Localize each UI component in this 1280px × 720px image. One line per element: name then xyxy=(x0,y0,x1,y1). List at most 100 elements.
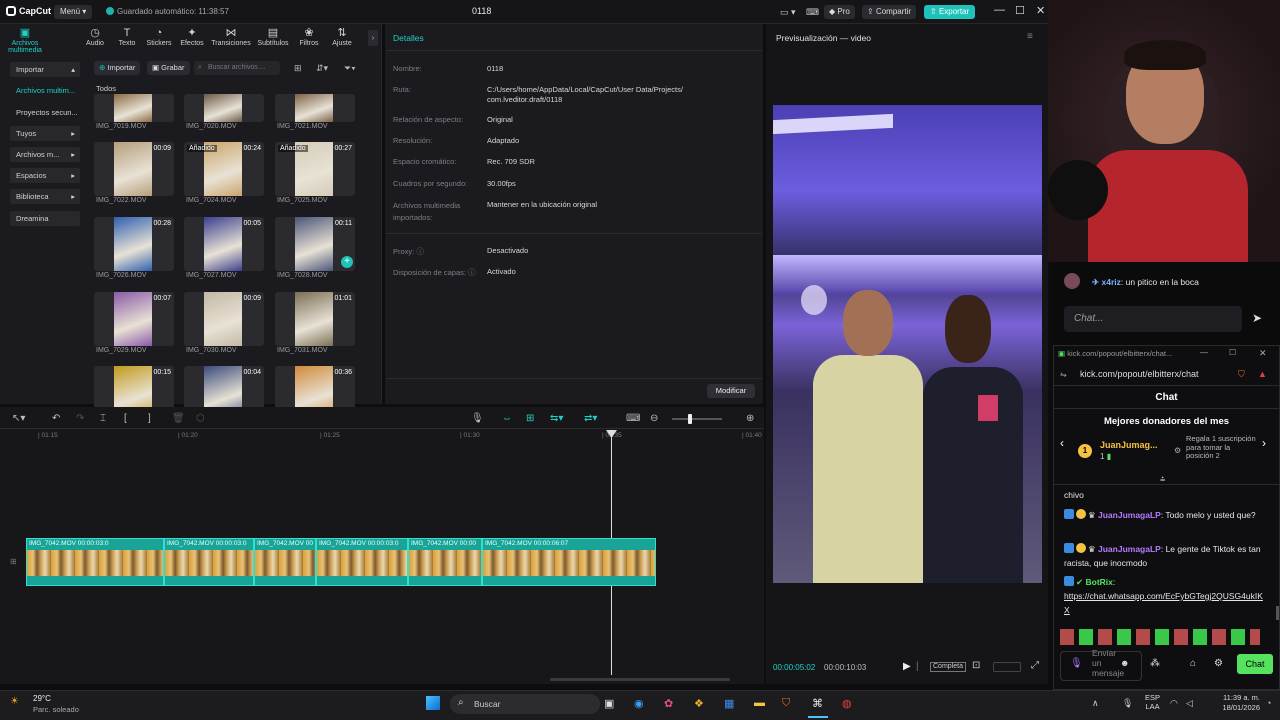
trim-right-icon[interactable]: ] xyxy=(148,413,151,424)
screenshot-icon[interactable]: ⊡ xyxy=(972,660,980,671)
media-thumbnail[interactable]: 00:27 Añadido xyxy=(275,142,355,196)
chat-link[interactable]: https://chat.whatsapp.com/EcFybGTegj2QUS… xyxy=(1064,591,1263,615)
sidebar-item-media[interactable]: Archivos multim... xyxy=(10,83,80,98)
points-icon[interactable]: ⁂ xyxy=(1150,658,1160,669)
view-grid-icon[interactable]: ⊞ xyxy=(294,63,302,74)
media-thumbnail[interactable]: 00:07 xyxy=(94,292,174,346)
record-button[interactable]: ▣ Grabar xyxy=(147,61,190,75)
media-thumbnail[interactable]: 01:01 xyxy=(275,292,355,346)
close-icon[interactable]: ✕ xyxy=(1036,4,1045,17)
media-thumbnail[interactable]: 00:09 xyxy=(94,142,174,196)
timeline-clip[interactable]: IMG_7042.MOV 00:00 xyxy=(408,538,482,586)
delete-icon[interactable]: 🗑 xyxy=(172,413,185,424)
task-view-icon[interactable]: ▣ xyxy=(604,697,614,710)
edge-icon[interactable]: ◉ xyxy=(634,697,644,710)
media-thumbnail[interactable]: 00:05 xyxy=(184,217,264,271)
export-button[interactable]: ⇧ Exportar xyxy=(924,5,976,19)
menu-icon[interactable]: ≡ xyxy=(1027,31,1033,42)
zoom-slider[interactable] xyxy=(672,418,722,420)
tool-adjust[interactable]: ⇅ Ajuste xyxy=(321,26,363,47)
chat-scrollbar[interactable] xyxy=(1276,606,1279,620)
popout-minimize-icon[interactable]: — xyxy=(1200,348,1208,357)
tool-media[interactable]: ▣ Archivos multimedia xyxy=(4,26,46,54)
mic-icon[interactable]: 🎙 xyxy=(1070,658,1083,669)
notification-icon[interactable]: ◔ xyxy=(1266,698,1271,708)
media-thumbnail[interactable] xyxy=(184,94,264,122)
shortcut-icon[interactable]: ⌨ xyxy=(806,5,819,19)
fullscreen-icon[interactable]: ⤢ xyxy=(1031,660,1039,671)
popout-close-icon[interactable]: ✕ xyxy=(1259,348,1267,359)
tray-mic-icon[interactable]: 🎙 xyxy=(1122,698,1133,709)
send-icon[interactable]: ➤ xyxy=(1252,311,1262,325)
pro-button[interactable]: ◆ Pro xyxy=(824,5,855,19)
taskbar-search[interactable] xyxy=(450,694,600,714)
tool-transitions[interactable]: ⋈ Transiciones xyxy=(210,26,252,47)
sidebar-item-import[interactable]: Importar ▴ xyxy=(10,62,80,77)
obs-icon[interactable]: ◍ xyxy=(842,697,852,710)
url-bar[interactable]: kick.com/popout/elbitterx/chat xyxy=(1080,369,1199,379)
maximize-icon[interactable]: ☐ xyxy=(1015,4,1025,17)
timeline-clip[interactable]: IMG_7042.MOV 00:00:03:0 xyxy=(164,538,254,586)
timeline-clip[interactable]: IMG_7042.MOV 00:00:03:0 xyxy=(26,538,164,586)
sidebar-item-dreamina[interactable]: Dreamina xyxy=(10,211,80,226)
full-quality-button[interactable]: Completa xyxy=(930,662,966,672)
tray-chevron-icon[interactable]: ∧ xyxy=(1092,698,1099,709)
brave-icon[interactable]: ⛉ xyxy=(1238,369,1245,380)
sidebar-item-files[interactable]: Archivos m... ▸ xyxy=(10,147,80,162)
zoom-out-icon[interactable]: ⊖ xyxy=(650,413,658,424)
timeline-clip[interactable]: IMG_7042.MOV 00:00:06:07 xyxy=(482,538,656,586)
chat-send-button[interactable]: Chat xyxy=(1237,654,1273,674)
alert-icon[interactable]: ▲ xyxy=(1258,369,1267,379)
snap-icon[interactable]: ⇆▾ xyxy=(550,413,563,424)
language-indicator[interactable]: ESP LAA xyxy=(1145,693,1160,711)
media-thumbnail[interactable] xyxy=(275,94,355,122)
marker-icon[interactable]: ⬡ xyxy=(196,413,205,424)
filter-icon[interactable]: ⏷▾ xyxy=(344,63,356,74)
capcut-app-icon[interactable]: ⌘ xyxy=(812,697,823,710)
select-tool-icon[interactable]: ↖▾ xyxy=(12,413,25,424)
caption-icon[interactable]: ⌨ xyxy=(626,413,640,424)
share-button[interactable]: ⇪ Compartir xyxy=(862,5,917,19)
settings-icon[interactable]: ⚙ xyxy=(1214,658,1223,669)
sidebar-item-yours[interactable]: Tuyos ▸ xyxy=(10,126,80,141)
chevron-right-icon[interactable]: › xyxy=(368,30,378,46)
modify-button[interactable]: Modificar xyxy=(707,384,755,398)
folder-icon[interactable]: ▬ xyxy=(754,697,765,709)
timeline-clip[interactable]: IMG_7042.MOV 00 xyxy=(254,538,316,586)
clock[interactable]: 11:39 a. m. 18/01/2026 xyxy=(1210,693,1260,713)
zoom-handle[interactable] xyxy=(688,414,692,424)
tool-effects[interactable]: ✦ Efectos xyxy=(171,26,213,47)
chat-input[interactable]: Chat... xyxy=(1064,306,1242,332)
popout-maximize-icon[interactable]: ☐ xyxy=(1229,348,1236,357)
colorful-app-icon[interactable]: ❖ xyxy=(694,697,704,710)
windows-start-icon[interactable] xyxy=(426,696,440,710)
sidebar-item-library[interactable]: Biblioteca ▸ xyxy=(10,189,80,204)
media-thumbnail[interactable]: 00:09 xyxy=(184,292,264,346)
timeline-scrollbar[interactable] xyxy=(550,678,730,681)
chevron-right-icon[interactable]: › xyxy=(1262,436,1266,450)
import-button[interactable]: ⊕ Importar xyxy=(94,61,141,75)
copilot-icon[interactable]: ✿ xyxy=(664,697,673,710)
timeline-clip[interactable]: IMG_7042.MOV 00:00:03:0 xyxy=(316,538,408,586)
undo-icon[interactable]: ↶ xyxy=(52,413,60,424)
wifi-icon[interactable]: ◠ xyxy=(1170,698,1178,709)
sidebar-item-spaces[interactable]: Espacios ▸ xyxy=(10,168,80,183)
volume-icon[interactable]: ◁ xyxy=(1186,698,1193,709)
play-icon[interactable]: ▶ xyxy=(903,661,911,672)
media-thumbnail[interactable]: 00:28 xyxy=(94,217,174,271)
layout-icon[interactable]: ▭ ▾ xyxy=(780,5,796,19)
link-icon[interactable]: ⇔ xyxy=(502,413,512,424)
brave-app-icon[interactable]: ⛉ xyxy=(782,697,790,710)
sort-icon[interactable]: ⇵▾ xyxy=(316,63,328,74)
media-thumbnail[interactable]: 00:24 Añadido xyxy=(184,142,264,196)
search-input[interactable]: ⌕ Buscar archivos ... xyxy=(194,61,280,75)
preview-axis-icon[interactable]: ⇄▾ xyxy=(584,413,597,424)
zoom-in-icon[interactable]: ⊕ xyxy=(746,413,754,424)
minimize-icon[interactable]: — xyxy=(994,4,1005,16)
site-settings-icon[interactable]: ⇋ xyxy=(1060,370,1067,379)
split-icon[interactable]: ⌶ xyxy=(100,413,106,424)
emoji-icon[interactable]: ☻ xyxy=(1120,658,1129,668)
ratio-button[interactable] xyxy=(993,662,1021,672)
add-to-timeline-icon[interactable]: + xyxy=(341,256,353,268)
menu-button[interactable]: Menú ▾ xyxy=(54,5,93,19)
